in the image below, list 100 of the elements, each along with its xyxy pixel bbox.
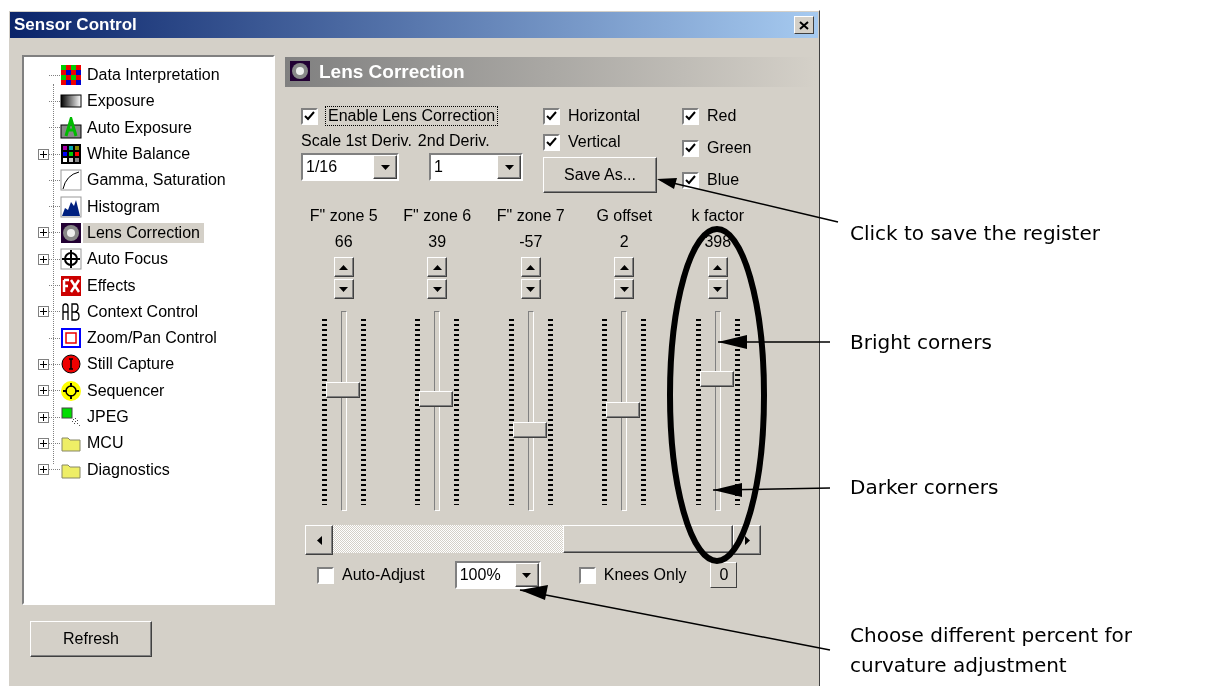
tree-item[interactable]: Exposure	[83, 91, 159, 112]
slider-thumb[interactable]	[512, 422, 547, 439]
checkbox-label[interactable]: Green	[707, 139, 752, 157]
checkmark-icon	[546, 136, 557, 148]
plus-icon	[40, 255, 47, 263]
spin-down-button[interactable]	[520, 279, 541, 299]
expand-button[interactable]	[38, 227, 49, 239]
tree-item[interactable]: Gamma, Saturation	[83, 170, 230, 191]
dropdown-value: 1/16	[306, 158, 338, 176]
checkbox[interactable]	[682, 139, 699, 157]
expand-button[interactable]	[38, 253, 49, 265]
tree-item[interactable]: Diagnostics	[83, 459, 174, 480]
tree-item[interactable]: Auto Focus	[83, 249, 172, 270]
lens-icon	[289, 60, 313, 84]
slider-value: 39	[428, 232, 447, 252]
dropdown-button[interactable]	[514, 563, 539, 587]
circle-letter-icon	[60, 353, 82, 376]
plus-icon	[40, 466, 47, 474]
checkbox[interactable]	[317, 566, 334, 584]
save-as-button[interactable]: Save As...	[543, 157, 657, 193]
field-label: 2nd Deriv.	[417, 132, 490, 150]
spin-up-button[interactable]	[520, 257, 541, 277]
checkbox[interactable]	[543, 133, 560, 151]
checkbox-label[interactable]: Blue	[707, 171, 740, 189]
expand-button[interactable]	[38, 437, 49, 449]
spin-down-button[interactable]	[707, 279, 728, 299]
tree-item[interactable]: Sequencer	[83, 380, 169, 401]
square-dots-icon	[60, 406, 82, 428]
slider-thumb[interactable]	[699, 370, 734, 387]
expand-button[interactable]	[38, 385, 49, 397]
plus-icon	[40, 360, 47, 368]
spin-down-button[interactable]	[333, 279, 354, 299]
checkbox-label[interactable]: Enable Lens Correction	[326, 107, 498, 125]
dropdown-button[interactable]	[373, 155, 397, 179]
checkbox-label[interactable]: Auto-Adjust	[342, 566, 425, 584]
down-triangle-icon	[713, 286, 723, 292]
ab-letters-icon	[60, 300, 82, 323]
scrollbar-thumb[interactable]	[563, 525, 733, 553]
slider-value: 66	[334, 232, 353, 252]
scroll-left-button[interactable]	[305, 525, 333, 555]
slider-thumb[interactable]	[419, 391, 454, 408]
color-grid-icon	[60, 64, 82, 87]
tree-item[interactable]: Zoom/Pan Control	[83, 328, 221, 349]
tree-item[interactable]: MCU	[83, 433, 128, 454]
down-triangle-icon	[380, 164, 390, 170]
dropdown[interactable]: 100%	[454, 561, 541, 589]
up-triangle-icon	[526, 264, 536, 270]
tree-item[interactable]: Data Interpretation	[83, 65, 224, 86]
spin-down-button[interactable]	[614, 279, 635, 299]
spin-up-button[interactable]	[427, 257, 448, 277]
expand-button[interactable]	[38, 358, 49, 370]
down-triangle-icon	[619, 286, 629, 292]
histogram-icon	[60, 195, 82, 218]
checkbox[interactable]	[682, 107, 699, 125]
refresh-button[interactable]: Refresh	[30, 621, 152, 657]
plus-icon	[40, 150, 47, 158]
checkmark-icon	[685, 142, 696, 154]
plus-icon	[40, 413, 47, 421]
expand-button[interactable]	[38, 148, 49, 160]
close-icon	[799, 20, 809, 30]
annotation-text: Bright corners	[850, 329, 993, 356]
slider-thumb[interactable]	[325, 381, 360, 398]
up-triangle-icon	[432, 264, 442, 270]
checkbox[interactable]	[543, 107, 560, 125]
down-triangle-icon	[432, 286, 442, 292]
checkbox-label[interactable]: Vertical	[568, 133, 621, 151]
tree-item[interactable]: White Balance	[83, 144, 195, 165]
spin-down-button[interactable]	[427, 279, 448, 299]
crosshair-icon	[60, 248, 82, 271]
close-button[interactable]	[794, 16, 814, 34]
tree-item[interactable]: Still Capture	[83, 354, 179, 375]
spin-up-button[interactable]	[614, 257, 635, 277]
dropdown[interactable]: 1	[429, 153, 523, 181]
plus-icon	[40, 308, 47, 316]
checkbox[interactable]	[578, 566, 596, 584]
up-triangle-icon	[619, 264, 629, 270]
checkbox-label[interactable]: Red	[707, 107, 737, 125]
spin-up-button[interactable]	[707, 257, 728, 277]
dropdown-button[interactable]	[497, 155, 521, 179]
tree-item[interactable]: Auto Exposure	[83, 117, 196, 138]
plus-icon	[40, 439, 47, 447]
tree-item[interactable]: Effects	[83, 275, 140, 296]
tree-item[interactable]: Lens Correction	[83, 222, 204, 243]
checkbox-label[interactable]: Horizontal	[568, 107, 641, 125]
tree-item[interactable]: Context Control	[83, 301, 203, 322]
dropdown[interactable]: 1/16	[301, 153, 399, 181]
checkbox[interactable]	[682, 171, 699, 189]
expand-button[interactable]	[38, 411, 49, 423]
checkbox-label[interactable]: Knees Only	[603, 566, 687, 584]
tree-item[interactable]: Histogram	[83, 196, 164, 217]
fx-icon	[60, 274, 82, 297]
spin-up-button[interactable]	[333, 257, 354, 277]
count-button[interactable]: 0	[710, 562, 738, 588]
slider-thumb[interactable]	[606, 402, 641, 419]
expand-button[interactable]	[38, 464, 49, 476]
expand-button[interactable]	[38, 306, 49, 318]
checkbox[interactable]	[301, 107, 318, 125]
tree-item[interactable]: JPEG	[83, 407, 133, 427]
square-frame-icon	[60, 327, 82, 350]
horizontal-scrollbar[interactable]	[305, 525, 761, 553]
